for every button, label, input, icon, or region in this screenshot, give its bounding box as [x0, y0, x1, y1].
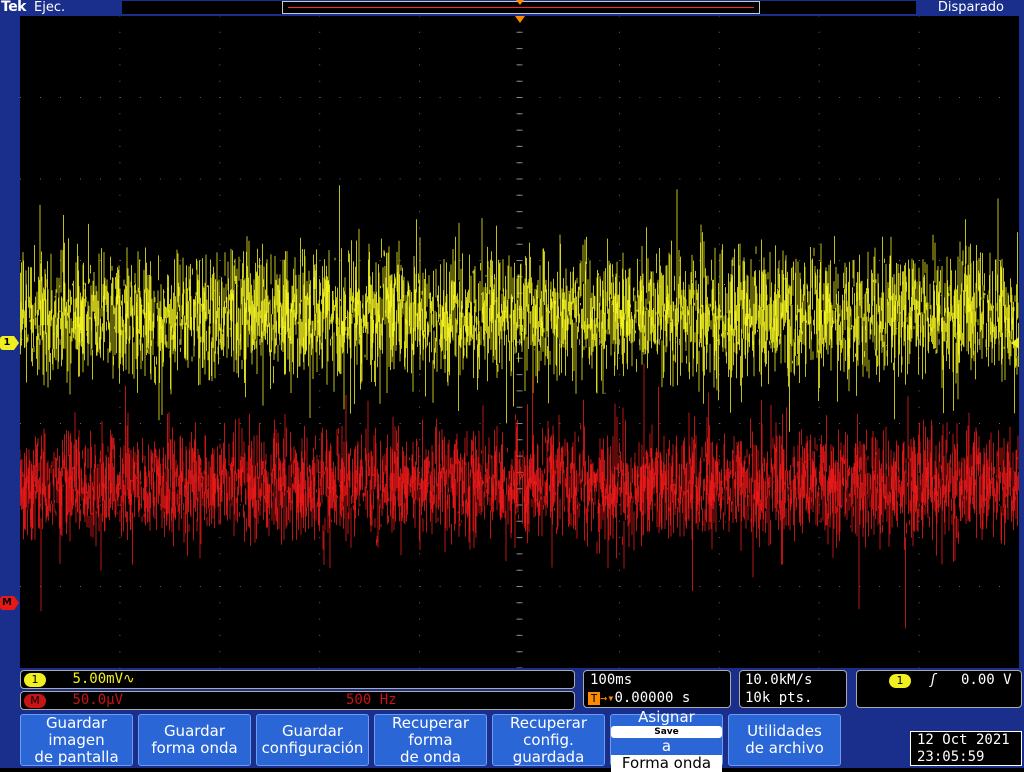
- record-trace-line: [288, 7, 754, 8]
- assign-save-button[interactable]: Asignar Save a Forma onda: [610, 708, 723, 772]
- file-utilities-button[interactable]: Utilidades de archivo: [728, 714, 841, 766]
- math-scale: 50.0μV: [72, 692, 124, 708]
- date-time-display: 12 Oct 2021 23:05:59: [910, 731, 1022, 766]
- trigger-source-badge: 1: [889, 674, 911, 688]
- rising-edge-icon: ʃ: [929, 672, 938, 688]
- math-badge: M: [24, 693, 46, 708]
- channel-1-readout[interactable]: 1 5.00mV∿: [20, 670, 575, 689]
- time: 23:05:59: [917, 749, 985, 765]
- waveform-display: [20, 16, 1019, 668]
- sample-rate: 10.0kM/s: [745, 672, 813, 688]
- math-level-marker[interactable]: M: [0, 596, 19, 610]
- assign-target-selected: Forma onda: [611, 754, 722, 772]
- channel-1-level-marker[interactable]: 1: [0, 336, 19, 350]
- trigger-status: Disparado: [937, 0, 1004, 15]
- trigger-position-icon: [516, 0, 524, 5]
- recall-setup-button[interactable]: Recuperar config. guardada: [492, 714, 605, 766]
- save-waveform-button[interactable]: Guardar forma onda: [138, 714, 251, 766]
- recall-waveform-button[interactable]: Recuperar forma de onda: [374, 714, 487, 766]
- channel-1-trace: [20, 185, 1019, 432]
- channel-1-scale: 5.00mV: [72, 671, 124, 687]
- acquisition-mode[interactable]: Ejec.: [34, 0, 65, 15]
- save-screen-image-button[interactable]: Guardar imagen de pantalla: [20, 714, 133, 766]
- horizontal-position: 0.00000 s: [614, 690, 691, 706]
- timebase-readout[interactable]: 100ms T →▾0.00000 s: [583, 670, 731, 708]
- status-bar: Tek Ejec. Disparado: [0, 0, 1024, 16]
- trigger-position-marker-icon[interactable]: [515, 16, 525, 23]
- right-bezel: [1019, 16, 1024, 668]
- math-frequency: 500 Hz: [346, 692, 397, 708]
- horizontal-scale: 100ms: [590, 672, 633, 688]
- acquisition-readout[interactable]: 10.0kM/s 10k pts.: [739, 670, 847, 708]
- delay-arrow-icon: →▾: [600, 691, 615, 705]
- ac-coupling-icon: ∿: [123, 671, 135, 687]
- save-setup-button[interactable]: Guardar configuración: [256, 714, 369, 766]
- brand-logo: Tek: [1, 0, 27, 15]
- trigger-level: 0.00 V: [961, 672, 1012, 688]
- save-key-badge: Save: [611, 725, 722, 738]
- trigger-level-marker-icon[interactable]: [1011, 337, 1019, 349]
- record-length: 10k pts.: [745, 690, 813, 706]
- trigger-readout[interactable]: 1 ʃ 0.00 V: [856, 670, 1022, 708]
- math-readout[interactable]: M 50.0μV 500 Hz: [20, 691, 575, 710]
- trigger-icon: T: [588, 692, 600, 705]
- math-trace: [20, 363, 1019, 629]
- channel-1-badge: 1: [24, 672, 46, 687]
- date: 12 Oct 2021: [917, 732, 1010, 748]
